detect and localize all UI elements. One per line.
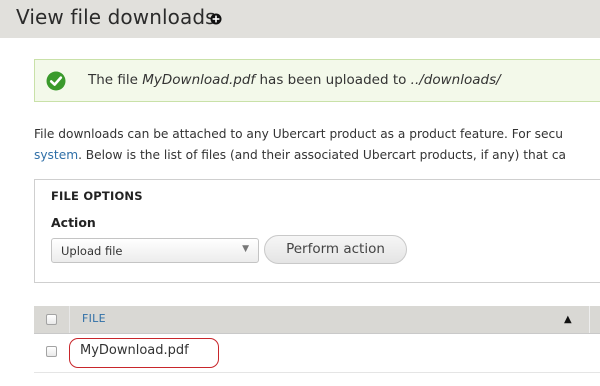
plus-circle-icon[interactable]	[210, 13, 222, 25]
page-header: View file downloads	[0, 0, 600, 38]
description: File downloads can be attached to any Ub…	[34, 124, 600, 166]
status-message: The file MyDownload.pdf has been uploade…	[34, 59, 600, 102]
select-all-cell	[34, 306, 70, 333]
file-options-legend: FILE OPTIONS	[51, 189, 143, 203]
system-link[interactable]: system	[34, 148, 78, 162]
perform-action-button[interactable]: Perform action	[264, 235, 407, 264]
description-line-2: system. Below is the list of files (and …	[34, 145, 600, 166]
select-all-checkbox[interactable]	[46, 314, 57, 325]
sort-ascending-icon[interactable]: ▲	[564, 314, 572, 325]
status-text-middle: has been uploaded to	[255, 72, 411, 88]
table-header: FILE ▲	[34, 306, 600, 334]
description-line-2-text: . Below is the list of files (and their …	[78, 148, 566, 162]
action-label: Action	[51, 215, 96, 230]
status-text-before: The file	[88, 72, 143, 88]
status-filename: MyDownload.pdf	[142, 72, 256, 88]
action-select-value: Upload file	[61, 244, 123, 258]
description-line-1: File downloads can be attached to any Ub…	[34, 127, 563, 141]
status-path: ../downloads/	[410, 72, 501, 88]
action-select[interactable]: Upload file ▼	[51, 238, 259, 263]
check-circle-icon	[46, 71, 66, 91]
column-divider	[589, 306, 590, 333]
highlight-annotation	[69, 338, 219, 368]
row-checkbox[interactable]	[46, 346, 57, 357]
chevron-down-icon: ▼	[242, 244, 249, 254]
status-text: The file MyDownload.pdf has been uploade…	[88, 72, 501, 88]
page-title: View file downloads	[16, 5, 216, 29]
column-header-file[interactable]: FILE	[82, 312, 106, 325]
file-options-fieldset: FILE OPTIONS Action Upload file ▼ Perfor…	[34, 179, 600, 283]
